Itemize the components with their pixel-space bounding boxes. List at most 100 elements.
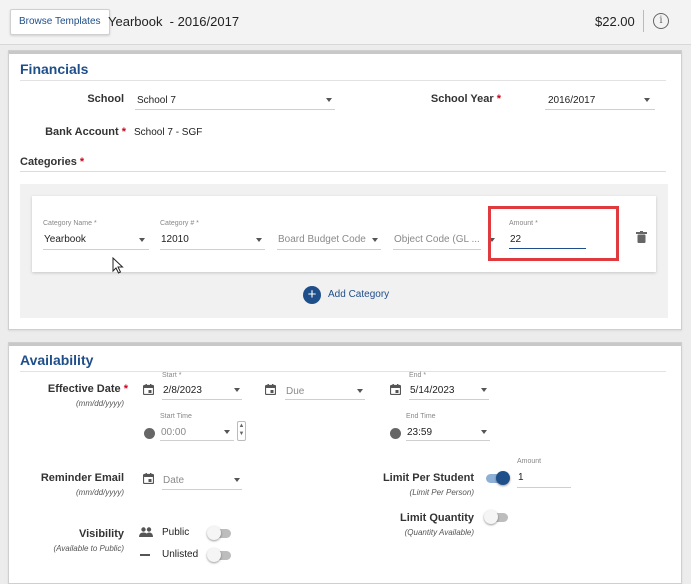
field-underline [162, 399, 242, 400]
toggle-knob [496, 471, 510, 485]
chevron-down-icon [234, 478, 240, 482]
calendar-icon[interactable] [143, 473, 154, 484]
limit-amount-label: Amount [517, 458, 542, 465]
effective-date-label: Effective Date * [47, 383, 128, 395]
panel-top-border [9, 343, 681, 346]
school-year-select[interactable]: 2016/2017 [545, 90, 655, 110]
chevron-down-icon [644, 98, 650, 102]
category-name-value: Yearbook [44, 234, 86, 245]
end-time-field[interactable]: End Time 23:59 [406, 413, 490, 441]
end-time-label: End Time [406, 413, 436, 420]
field-underline [135, 109, 335, 110]
limit-per-student-toggle[interactable] [486, 471, 510, 485]
reminder-date-placeholder: Date [163, 475, 185, 486]
chevron-down-icon [357, 389, 363, 393]
field-underline [162, 489, 242, 490]
clock-icon [144, 428, 155, 439]
public-toggle[interactable] [207, 526, 231, 540]
availability-title: Availability [20, 352, 94, 368]
clock-icon [390, 428, 401, 439]
field-underline [160, 249, 265, 250]
total-price: $22.00 [595, 14, 635, 29]
panel-top-border [9, 51, 681, 54]
chevron-down-icon [139, 238, 145, 242]
unlisted-toggle[interactable] [207, 548, 231, 562]
start-date-label: Start * [162, 372, 182, 379]
add-category-button[interactable]: Add Category [328, 289, 389, 300]
school-year-value: 2016/2017 [548, 95, 596, 106]
toggle-knob [207, 526, 221, 540]
limit-quantity-toggle[interactable] [484, 510, 508, 524]
category-number-value: 12010 [161, 234, 189, 245]
chevron-down-icon [234, 388, 240, 392]
limit-per-student-hint: (Limit Per Person) [409, 488, 474, 497]
page-title: Yearbook - 2016/2017 [108, 14, 240, 29]
object-code-placeholder: Object Code (GL ... [394, 234, 480, 245]
financials-title: Financials [20, 61, 89, 77]
limit-amount-value: 1 [518, 472, 524, 483]
field-underline [517, 487, 571, 488]
start-time-field[interactable]: Start Time 00:00 ▲ ▼ [160, 413, 246, 441]
calendar-icon[interactable] [143, 384, 154, 395]
categories-label: Categories * [20, 156, 85, 168]
field-underline [160, 440, 234, 441]
chevron-down-icon [481, 430, 487, 434]
category-name-select[interactable]: Category Name * Yearbook [43, 220, 149, 250]
effective-date-hint: (mm/dd/yyyy) [76, 399, 124, 408]
limit-per-student-label: Limit Per Student [382, 472, 474, 484]
info-icon[interactable]: i [653, 13, 669, 29]
unlisted-label: Unlisted [162, 549, 199, 560]
end-date-field[interactable]: End * 5/14/2023 [409, 372, 489, 400]
school-select[interactable]: School 7 [135, 90, 335, 110]
header-divider [643, 10, 644, 32]
reminder-email-label: Reminder Email [40, 472, 124, 484]
start-time-value: 00:00 [161, 427, 187, 438]
board-budget-code-placeholder: Board Budget Code [278, 234, 366, 245]
school-year-label: School Year * [430, 93, 501, 105]
chevron-down-icon [256, 238, 262, 242]
divider [20, 171, 666, 172]
field-underline [43, 249, 149, 250]
trash-icon[interactable] [636, 231, 647, 243]
due-date-field[interactable]: Due [285, 372, 365, 400]
mouse-cursor-icon [112, 257, 124, 274]
category-number-label: Category # * [160, 220, 199, 227]
start-time-label: Start Time [160, 413, 192, 420]
public-label: Public [162, 527, 190, 538]
calendar-icon[interactable] [390, 384, 401, 395]
field-underline [406, 440, 490, 441]
end-date-label: End * [409, 372, 427, 379]
chevron-down-icon [326, 98, 332, 102]
board-budget-code-select[interactable]: Board Budget Code [277, 220, 381, 250]
toggle-knob [207, 548, 221, 562]
object-code-select[interactable]: Object Code (GL ... [393, 220, 497, 250]
divider [20, 80, 666, 81]
field-underline [409, 399, 489, 400]
school-value: School 7 [137, 95, 176, 106]
bank-account-value: School 7 - SGF [134, 127, 203, 138]
reminder-email-hint: (mm/dd/yyyy) [76, 488, 124, 497]
reminder-date-field[interactable]: Date [162, 462, 242, 490]
end-date-value: 5/14/2023 [410, 385, 455, 396]
field-underline [545, 109, 655, 110]
chevron-down-icon [481, 388, 487, 392]
chevron-down-icon [372, 238, 378, 242]
category-name-label: Category Name * [43, 220, 97, 227]
end-time-value: 23:59 [407, 427, 433, 438]
time-stepper[interactable]: ▲ ▼ [237, 421, 246, 441]
bank-account-label: Bank Account * [45, 126, 126, 138]
browse-templates-button[interactable]: Browse Templates [10, 9, 110, 35]
start-date-field[interactable]: Start * 2/8/2023 [162, 372, 242, 400]
visibility-hint: (Available to Public) [53, 544, 124, 553]
highlight-box [488, 206, 619, 261]
due-date-placeholder: Due [286, 386, 305, 397]
category-number-select[interactable]: Category # * 12010 [160, 220, 265, 250]
field-underline [393, 249, 481, 250]
calendar-icon[interactable] [265, 384, 276, 395]
chevron-down-icon [224, 430, 230, 434]
limit-amount-input[interactable]: Amount 1 [517, 458, 571, 488]
add-category-icon[interactable]: + [303, 286, 321, 304]
field-underline [285, 399, 365, 400]
visibility-label: Visibility [78, 528, 124, 540]
toggle-knob [484, 510, 498, 524]
